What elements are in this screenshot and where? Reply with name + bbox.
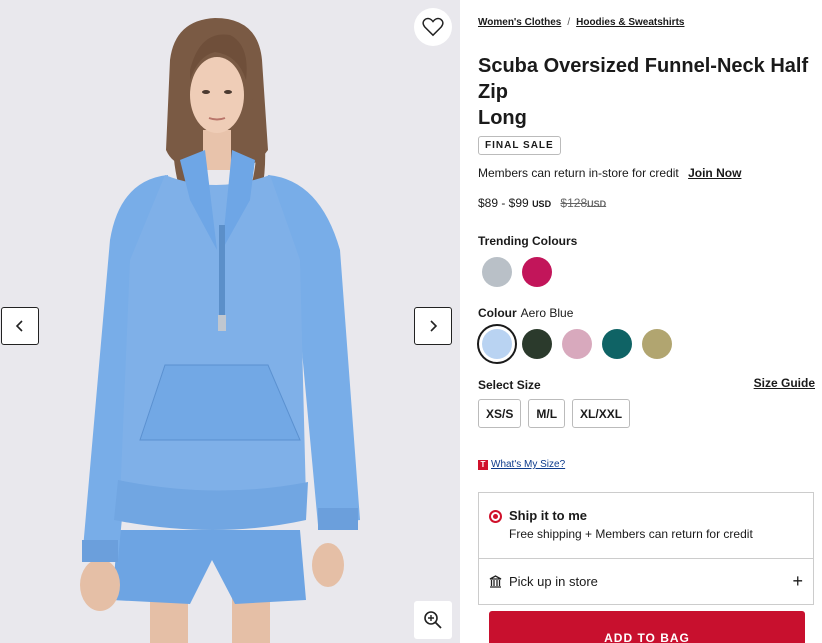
delivery-options: Ship it to me Free shipping + Members ca… <box>478 492 814 605</box>
product-photo <box>0 0 460 643</box>
members-text: Members can return in-store for credit <box>478 166 679 180</box>
size-guide-link[interactable]: Size Guide <box>754 376 815 390</box>
breadcrumb-womens-clothes[interactable]: Women's Clothes <box>478 17 561 28</box>
ship-to-me-option[interactable]: Ship it to me Free shipping + Members ca… <box>479 493 813 559</box>
colour-label-text: Colour <box>478 306 517 320</box>
colour-swatches <box>477 324 672 364</box>
select-size-label: Select Size <box>478 378 541 392</box>
chevron-left-icon <box>15 320 23 332</box>
chevron-right-icon <box>430 320 438 332</box>
store-icon <box>489 575 502 588</box>
size-option-xs-s[interactable]: XS/S <box>478 399 522 428</box>
heart-icon <box>422 17 444 37</box>
fit-finder-icon: T <box>478 459 488 470</box>
zoom-button[interactable] <box>414 601 452 639</box>
swatch-olive[interactable] <box>642 329 672 359</box>
price-range: $89 - $99 <box>478 196 529 210</box>
zoom-in-icon <box>424 611 442 629</box>
title-line-3: Long <box>478 107 527 129</box>
previous-image-button[interactable] <box>1 307 39 345</box>
product-title: Scuba Oversized Funnel-Neck Half Zip Lon… <box>478 53 818 131</box>
size-options: XS/S M/L XL/XXL <box>478 399 631 428</box>
original-price-value: $128 <box>560 196 588 210</box>
product-gallery <box>0 0 460 643</box>
original-price-currency: USD <box>587 199 607 209</box>
expand-plus-icon[interactable]: + <box>792 571 803 592</box>
add-to-bag-button[interactable]: ADD TO BAG <box>489 611 805 643</box>
size-option-m-l[interactable]: M/L <box>528 399 566 428</box>
price-currency: USD <box>532 199 552 209</box>
join-now-link[interactable]: Join Now <box>688 166 741 180</box>
members-note: Members can return in-store for credit J… <box>478 166 741 180</box>
price: $89 - $99 USD $128USD <box>478 196 606 210</box>
ship-subtitle: Free shipping + Members can return for c… <box>509 527 753 541</box>
radio-selected-icon[interactable] <box>489 510 502 523</box>
size-option-xl-xxl[interactable]: XL/XXL <box>572 399 631 428</box>
trending-swatches <box>482 257 552 287</box>
pickup-title: Pick up in store <box>509 574 598 589</box>
swatch-aero-blue[interactable] <box>477 324 517 364</box>
breadcrumb: Women's Clothes / Hoodies & Sweatshirts <box>478 17 684 28</box>
title-line-2: Zip <box>478 81 508 103</box>
swatch-teal[interactable] <box>602 329 632 359</box>
selected-colour-name: Aero Blue <box>520 306 574 320</box>
wishlist-button[interactable] <box>414 8 452 46</box>
swatch-trending-grey[interactable] <box>482 257 512 287</box>
swatch-dark-green[interactable] <box>522 329 552 359</box>
breadcrumb-separator: / <box>567 17 571 28</box>
final-sale-badge: FINAL SALE <box>478 136 561 155</box>
original-price: $128USD <box>560 196 606 210</box>
swatch-trending-magenta[interactable] <box>522 257 552 287</box>
title-line-1: Scuba Oversized Funnel-Neck Half <box>478 55 809 77</box>
breadcrumb-hoodies[interactable]: Hoodies & Sweatshirts <box>576 17 684 28</box>
ship-title: Ship it to me <box>509 508 587 523</box>
fit-finder: T What's My Size? <box>478 459 565 470</box>
whats-my-size-link[interactable]: What's My Size? <box>491 459 565 470</box>
next-image-button[interactable] <box>414 307 452 345</box>
pickup-in-store-option[interactable]: Pick up in store + <box>479 559 813 605</box>
trending-colours-label: Trending Colours <box>478 234 578 248</box>
colour-label: Colour Aero Blue <box>478 306 573 320</box>
swatch-pink[interactable] <box>562 329 592 359</box>
